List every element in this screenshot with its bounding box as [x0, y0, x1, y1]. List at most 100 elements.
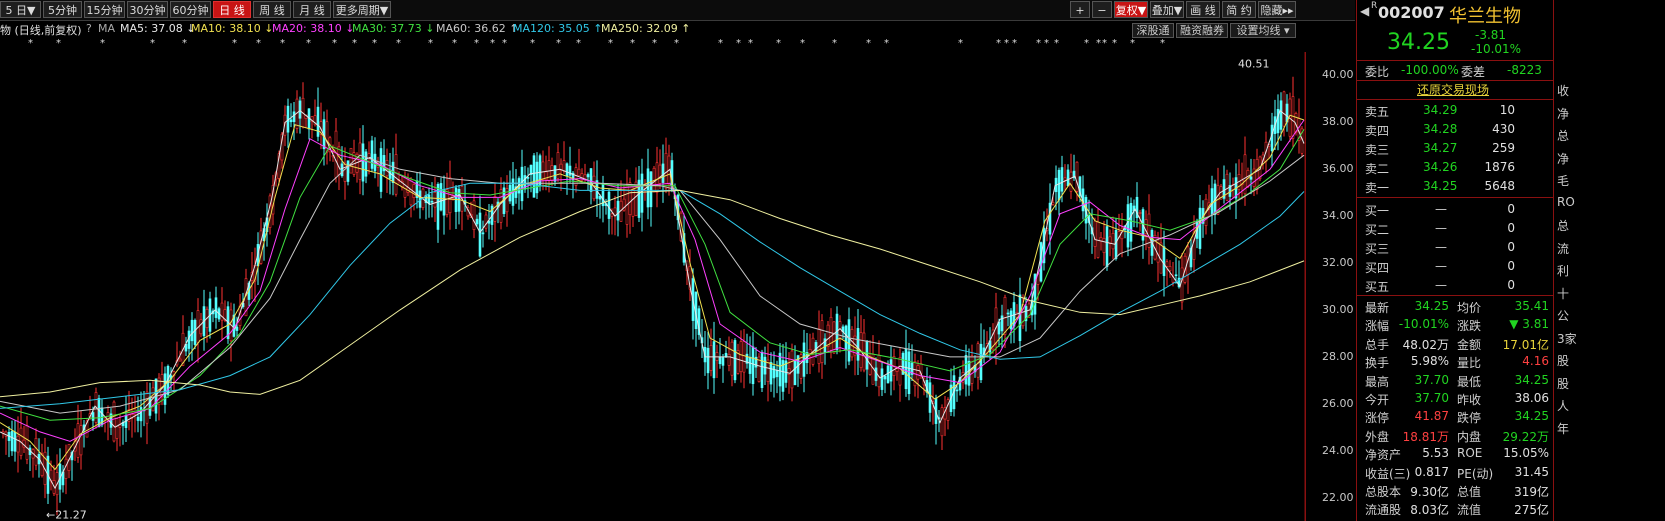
ma-label[interactable]: MA: [98, 22, 115, 35]
f10-strip-item[interactable]: 人: [1557, 397, 1569, 414]
candle-body: [433, 191, 437, 208]
candle-body: [1168, 266, 1172, 272]
candle-body: [751, 346, 755, 385]
candle-body: [730, 341, 734, 376]
ask-row-3[interactable]: 卖三 34.27 259: [1357, 140, 1553, 158]
candle-body: [316, 106, 320, 137]
period-button-2[interactable]: 15分钟: [84, 1, 125, 18]
price-tick-label: 28.00: [1322, 349, 1354, 363]
bid-row-4[interactable]: 买四 — 0: [1357, 258, 1553, 276]
ma-line-ma10: [0, 114, 1305, 471]
period-button-1[interactable]: 5分钟: [43, 1, 82, 18]
stat-label: PE(动): [1457, 466, 1494, 481]
f10-strip-item[interactable]: 股: [1557, 375, 1569, 392]
candle-body: [862, 332, 866, 371]
f10-strip-item[interactable]: 净: [1557, 150, 1569, 167]
star-marker: *: [182, 38, 187, 49]
star-marker: *: [832, 38, 837, 49]
f10-strip-item[interactable]: 公: [1557, 307, 1569, 324]
toolbar-right-button-6[interactable]: 隐藏▸▸: [1258, 1, 1296, 18]
f10-strip-item[interactable]: 利: [1557, 262, 1569, 279]
last-price: 34.25: [1387, 30, 1450, 55]
bid-row-2[interactable]: 买二 — 0: [1357, 220, 1553, 238]
bid-row-3[interactable]: 买三 — 0: [1357, 239, 1553, 257]
stat-label: ROE: [1457, 446, 1483, 461]
restore-trade-link[interactable]: 还原交易现场: [1417, 81, 1489, 98]
candle-body: [916, 365, 920, 380]
star-marker: *: [1044, 38, 1049, 49]
candle-body: [1270, 124, 1274, 152]
chart-option-button-2[interactable]: 设置均线 ▾: [1230, 23, 1296, 38]
candle-body: [820, 320, 824, 363]
ask-row-1[interactable]: 卖五 34.29 10: [1357, 102, 1553, 120]
ask-row-4[interactable]: 卖二 34.26 1876: [1357, 159, 1553, 177]
toolbar-right-button-2[interactable]: 复权▼: [1114, 1, 1148, 18]
stat-value: 15.05%: [1503, 446, 1549, 461]
toolbar-right-button-3[interactable]: 叠加▼: [1150, 1, 1184, 18]
candle-body: [790, 350, 794, 389]
candle-body: [481, 232, 485, 235]
price-change: -3.81: [1475, 28, 1507, 42]
ask-row-2[interactable]: 卖四 34.28 430: [1357, 121, 1553, 139]
star-marker: *: [776, 38, 781, 49]
star-marker: *: [674, 38, 679, 49]
candles: [1, 76, 1304, 516]
bid-row-5[interactable]: 买五 — 0: [1357, 277, 1553, 295]
book-price: —: [1435, 240, 1447, 254]
period-button-6[interactable]: 周 线: [253, 1, 291, 18]
candle-body: [1165, 261, 1169, 267]
period-button-4[interactable]: 60分钟: [170, 1, 211, 18]
candle-body: [112, 401, 116, 442]
period-button-8[interactable]: 更多周期▼: [333, 1, 391, 18]
book-level-label: 买一: [1365, 204, 1390, 218]
toolbar-right-button-5[interactable]: 简 约: [1222, 1, 1256, 18]
candle-body: [646, 168, 650, 208]
star-marker: *: [1054, 38, 1059, 49]
star-marker: *: [280, 38, 285, 49]
f10-strip-item[interactable]: 收: [1557, 82, 1569, 99]
chart-option-button-0[interactable]: 深股通: [1132, 23, 1174, 38]
prev-stock-icon[interactable]: ◀: [1360, 4, 1369, 18]
f10-strip-item[interactable]: 毛: [1557, 172, 1569, 189]
candle-body: [895, 368, 899, 372]
f10-strip-item[interactable]: 3家: [1557, 330, 1577, 347]
toolbar-right-button-1[interactable]: −: [1092, 1, 1112, 18]
f10-strip-item[interactable]: RO: [1557, 195, 1575, 209]
candle-body: [178, 358, 182, 362]
f10-strip-item[interactable]: 年: [1557, 420, 1569, 437]
period-button-3[interactable]: 30分钟: [127, 1, 168, 18]
f10-strip-item[interactable]: 净: [1557, 105, 1569, 122]
candle-body: [847, 319, 851, 362]
period-toolbar: 5 日▼ 5分钟 15分钟 30分钟 60分钟日 线周 线月 线更多周期▼ + − 复权▼ 叠…: [0, 0, 1355, 21]
f10-strip-item[interactable]: 总: [1557, 127, 1569, 144]
star-marker: *: [256, 38, 261, 49]
candle-body: [16, 435, 20, 453]
candle-body: [484, 214, 488, 229]
ask-row-5[interactable]: 卖一 34.25 5648: [1357, 178, 1553, 196]
candle-body: [214, 297, 218, 318]
f10-strip-item[interactable]: 流: [1557, 240, 1569, 257]
candle-body: [898, 357, 902, 386]
toolbar-right-button-0[interactable]: +: [1070, 1, 1090, 18]
kline-chart[interactable]: 40.51 ←21.27: [0, 52, 1355, 521]
candle-body: [562, 160, 566, 172]
stat-label: 内盘: [1457, 429, 1482, 444]
candle-body: [442, 189, 446, 216]
candle-body: [955, 389, 959, 392]
period-button-0[interactable]: 5 日▼: [0, 1, 41, 18]
candle-body: [361, 143, 365, 182]
chart-option-button-1[interactable]: 融资融券: [1176, 23, 1228, 38]
help-icon[interactable]: ?: [86, 22, 92, 35]
f10-strip-item[interactable]: 股: [1557, 352, 1569, 369]
period-button-5[interactable]: 日 线: [213, 1, 251, 18]
stat-row-3: 换手 5.98% 量比 4.16: [1357, 353, 1553, 371]
toolbar-right-button-4[interactable]: 画 线: [1186, 1, 1220, 18]
stat-value: 18.81万: [1402, 429, 1449, 444]
period-button-7[interactable]: 月 线: [293, 1, 331, 18]
bid-row-1[interactable]: 买一 — 0: [1357, 201, 1553, 219]
book-volume: 0: [1507, 240, 1515, 254]
book-price: 34.27: [1423, 141, 1458, 155]
f10-strip-item[interactable]: 十: [1557, 285, 1569, 302]
f10-strip-item[interactable]: 总: [1557, 217, 1569, 234]
ma-legend-item-5: MA120: 35.05 ↑: [513, 22, 603, 35]
